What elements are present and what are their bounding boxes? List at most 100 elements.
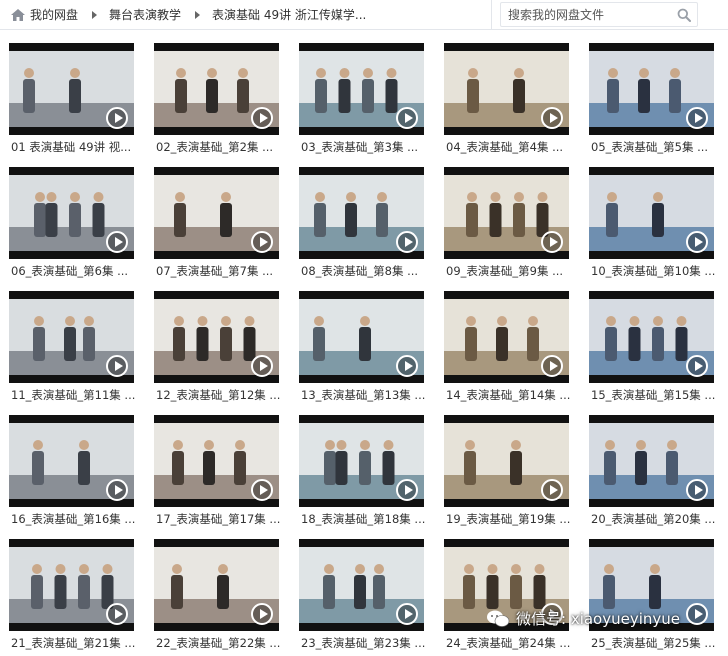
video-tile[interactable]: 12_表演基础_第12集 ... (154, 291, 281, 415)
video-caption[interactable]: 18_表演基础_第18集 ... (301, 511, 426, 527)
video-tile[interactable]: 21_表演基础_第21集 ... (9, 539, 136, 656)
video-thumbnail[interactable] (154, 539, 279, 631)
play-icon[interactable] (106, 479, 128, 501)
video-caption[interactable]: 04_表演基础_第4集 ... (446, 139, 571, 155)
video-tile[interactable]: 24_表演基础_第24集 ... (444, 539, 571, 656)
play-icon[interactable] (396, 231, 418, 253)
video-tile[interactable]: 25_表演基础_第25集 ... (589, 539, 716, 656)
video-tile[interactable]: 23_表演基础_第23集 ... (299, 539, 426, 656)
video-thumbnail[interactable] (589, 43, 714, 135)
video-caption[interactable]: 25_表演基础_第25集 ... (591, 635, 716, 651)
video-tile[interactable]: 22_表演基础_第22集 ... (154, 539, 281, 656)
video-thumbnail[interactable] (299, 43, 424, 135)
play-icon[interactable] (396, 355, 418, 377)
video-tile[interactable]: 05_表演基础_第5集 ... (589, 43, 714, 167)
video-thumbnail[interactable] (9, 43, 134, 135)
video-tile[interactable]: 16_表演基础_第16集 ... (9, 415, 136, 539)
play-icon[interactable] (541, 479, 563, 501)
play-icon[interactable] (686, 231, 708, 253)
video-caption[interactable]: 20_表演基础_第20集 ... (591, 511, 716, 527)
video-caption[interactable]: 14_表演基础_第14集 ... (446, 387, 571, 403)
video-thumbnail[interactable] (299, 539, 424, 631)
video-caption[interactable]: 24_表演基础_第24集 ... (446, 635, 571, 651)
play-icon[interactable] (686, 479, 708, 501)
play-icon[interactable] (686, 603, 708, 625)
video-caption[interactable]: 06_表演基础_第6集 ... (11, 263, 136, 279)
video-thumbnail[interactable] (589, 167, 714, 259)
video-caption[interactable]: 15_表演基础_第15集 ... (591, 387, 716, 403)
video-caption[interactable]: 13_表演基础_第13集 ... (301, 387, 426, 403)
video-tile[interactable]: 02_表演基础_第2集 ... (154, 43, 279, 167)
play-icon[interactable] (686, 355, 708, 377)
video-caption[interactable]: 02_表演基础_第2集 ... (156, 139, 281, 155)
video-tile[interactable]: 15_表演基础_第15集 ... (589, 291, 716, 415)
video-tile[interactable]: 19_表演基础_第19集 ... (444, 415, 571, 539)
play-icon[interactable] (396, 107, 418, 129)
play-icon[interactable] (396, 603, 418, 625)
video-caption[interactable]: 10_表演基础_第10集 ... (591, 263, 716, 279)
play-icon[interactable] (396, 479, 418, 501)
video-tile[interactable]: 04_表演基础_第4集 ... (444, 43, 569, 167)
play-icon[interactable] (106, 355, 128, 377)
video-tile[interactable]: 07_表演基础_第7集 ... (154, 167, 279, 291)
video-thumbnail[interactable] (589, 415, 714, 507)
video-caption[interactable]: 21_表演基础_第21集 ... (11, 635, 136, 651)
play-icon[interactable] (106, 107, 128, 129)
video-tile[interactable]: 03_表演基础_第3集 ... (299, 43, 424, 167)
home-icon[interactable] (10, 7, 26, 23)
video-thumbnail[interactable] (9, 415, 134, 507)
video-tile[interactable]: 20_表演基础_第20集 ... (589, 415, 716, 539)
video-caption[interactable]: 12_表演基础_第12集 ... (156, 387, 281, 403)
video-caption[interactable]: 16_表演基础_第16集 ... (11, 511, 136, 527)
play-icon[interactable] (251, 355, 273, 377)
video-thumbnail[interactable] (299, 167, 424, 259)
video-tile[interactable]: 08_表演基础_第8集 ... (299, 167, 424, 291)
video-tile[interactable]: 17_表演基础_第17集 ... (154, 415, 281, 539)
play-icon[interactable] (251, 107, 273, 129)
play-icon[interactable] (251, 603, 273, 625)
video-caption[interactable]: 17_表演基础_第17集 ... (156, 511, 281, 527)
video-tile[interactable]: 18_表演基础_第18集 ... (299, 415, 426, 539)
video-caption[interactable]: 01 表演基础 49讲 视... (11, 139, 136, 155)
video-caption[interactable]: 09_表演基础_第9集 ... (446, 263, 571, 279)
video-thumbnail[interactable] (299, 415, 424, 507)
play-icon[interactable] (251, 479, 273, 501)
video-caption[interactable]: 22_表演基础_第22集 ... (156, 635, 281, 651)
video-thumbnail[interactable] (299, 291, 424, 383)
video-thumbnail[interactable] (9, 539, 134, 631)
video-caption[interactable]: 11_表演基础_第11集 ... (11, 387, 136, 403)
video-thumbnail[interactable] (444, 43, 569, 135)
video-caption[interactable]: 23_表演基础_第23集 ... (301, 635, 426, 651)
video-thumbnail[interactable] (9, 167, 134, 259)
video-thumbnail[interactable] (154, 291, 279, 383)
video-caption[interactable]: 08_表演基础_第8集 ... (301, 263, 426, 279)
video-thumbnail[interactable] (589, 291, 714, 383)
video-tile[interactable]: 09_表演基础_第9集 ... (444, 167, 569, 291)
play-icon[interactable] (541, 355, 563, 377)
search-input[interactable] (501, 3, 669, 26)
search-icon[interactable] (677, 8, 691, 22)
video-caption[interactable]: 07_表演基础_第7集 ... (156, 263, 281, 279)
video-tile[interactable]: 13_表演基础_第13集 ... (299, 291, 426, 415)
video-tile[interactable]: 11_表演基础_第11集 ... (9, 291, 136, 415)
video-caption[interactable]: 03_表演基础_第3集 ... (301, 139, 426, 155)
video-tile[interactable]: 14_表演基础_第14集 ... (444, 291, 571, 415)
video-thumbnail[interactable] (154, 415, 279, 507)
video-tile[interactable]: 10_表演基础_第10集 ... (589, 167, 716, 291)
video-tile[interactable]: 06_表演基础_第6集 ... (9, 167, 134, 291)
play-icon[interactable] (541, 107, 563, 129)
video-tile[interactable]: 01 表演基础 49讲 视... (9, 43, 134, 167)
play-icon[interactable] (106, 231, 128, 253)
video-caption[interactable]: 19_表演基础_第19集 ... (446, 511, 571, 527)
video-thumbnail[interactable] (444, 415, 569, 507)
video-thumbnail[interactable] (9, 291, 134, 383)
play-icon[interactable] (251, 231, 273, 253)
play-icon[interactable] (686, 107, 708, 129)
breadcrumb-item-my-disk[interactable]: 我的网盘 (30, 6, 78, 23)
video-thumbnail[interactable] (444, 291, 569, 383)
breadcrumb-item-current-folder[interactable]: 表演基础 49讲 浙江传媒学... (212, 6, 366, 23)
video-caption[interactable]: 05_表演基础_第5集 ... (591, 139, 716, 155)
video-thumbnail[interactable] (444, 167, 569, 259)
breadcrumb-item-stage-folder[interactable]: 舞台表演教学 (109, 6, 181, 23)
video-thumbnail[interactable] (154, 167, 279, 259)
